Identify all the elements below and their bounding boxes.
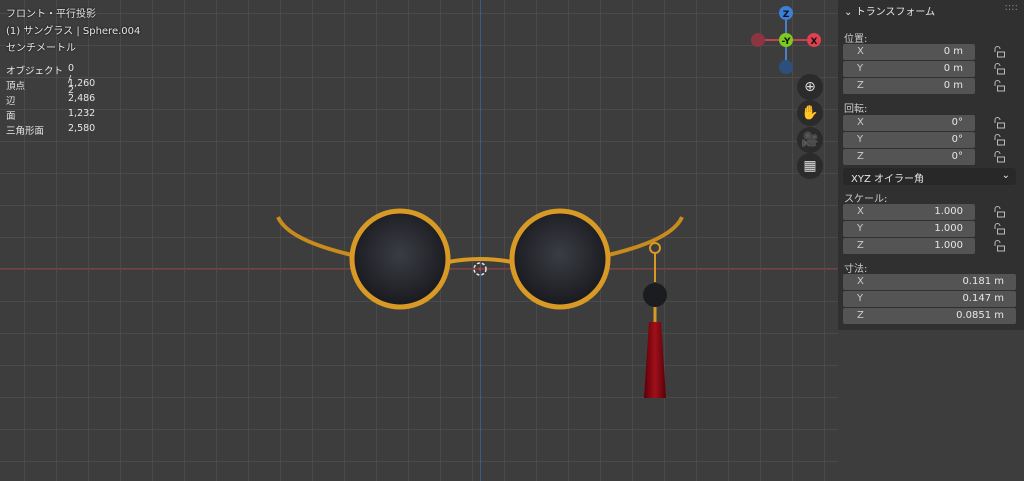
- chevron-down-icon: ⌄: [844, 7, 853, 18]
- right-lens: [509, 208, 611, 310]
- unlock-icon[interactable]: [993, 223, 1005, 235]
- rotation-y-field[interactable]: Y 0°: [843, 132, 975, 148]
- drag-handle-icon[interactable]: ::::: [1005, 2, 1018, 13]
- scale-label: スケール:: [844, 194, 888, 205]
- sidebar-panel: ⌄ トランスフォーム :::: 位置: X0 m Y0 m Z0 m 回転: X…: [838, 0, 1024, 330]
- unlock-icon[interactable]: [993, 46, 1005, 58]
- location-z-field[interactable]: Z0 m: [843, 78, 975, 94]
- svg-text:X: X: [811, 37, 818, 47]
- sunglasses-model: [276, 208, 684, 398]
- unlock-icon[interactable]: [993, 63, 1005, 75]
- transform-header[interactable]: ⌄ トランスフォーム: [844, 3, 935, 18]
- neg-x-axis-icon: [751, 33, 765, 47]
- left-lens: [349, 208, 451, 310]
- scale-x-field[interactable]: X 1.000: [843, 204, 975, 220]
- svg-text:-Y: -Y: [782, 37, 791, 47]
- scale-y-field[interactable]: Y 1.000: [843, 221, 975, 237]
- rotation-mode-dropdown[interactable]: XYZ オイラー角 ⌄: [843, 168, 1016, 185]
- scale-z-field[interactable]: Z 1.000: [843, 238, 975, 254]
- dimensions-z-field[interactable]: Z 0.0851 m: [843, 308, 1016, 324]
- location-x-field[interactable]: X0 m: [843, 44, 975, 60]
- chevron-down-icon: ⌄: [1001, 170, 1010, 181]
- unlock-icon[interactable]: [993, 117, 1005, 129]
- unlock-icon[interactable]: [993, 134, 1005, 146]
- dimensions-x-field[interactable]: X 0.181 m: [843, 274, 1016, 290]
- unlock-icon[interactable]: [993, 206, 1005, 218]
- rotation-x-field[interactable]: X 0°: [843, 115, 975, 131]
- location-label: 位置:: [844, 34, 868, 45]
- navigation-gizmo[interactable]: Z X -Y: [748, 0, 828, 80]
- unlock-icon[interactable]: [993, 240, 1005, 252]
- unlock-icon[interactable]: [993, 80, 1005, 92]
- dimensions-label: 寸法:: [844, 264, 868, 275]
- svg-text:Z: Z: [783, 10, 790, 20]
- hand-pan-icon[interactable]: ✋: [797, 100, 823, 126]
- neg-z-axis-icon: [779, 60, 793, 74]
- unlock-icon[interactable]: [993, 151, 1005, 163]
- location-y-field[interactable]: Y0 m: [843, 61, 975, 77]
- rotation-label: 回転:: [844, 104, 868, 115]
- rotation-z-field[interactable]: Z 0°: [843, 149, 975, 165]
- camera-icon[interactable]: 🎥: [797, 127, 823, 153]
- zoom-icon[interactable]: ⊕: [797, 74, 823, 100]
- grid-ortho-icon[interactable]: ▦: [797, 153, 823, 179]
- dimensions-y-field[interactable]: Y 0.147 m: [843, 291, 1016, 307]
